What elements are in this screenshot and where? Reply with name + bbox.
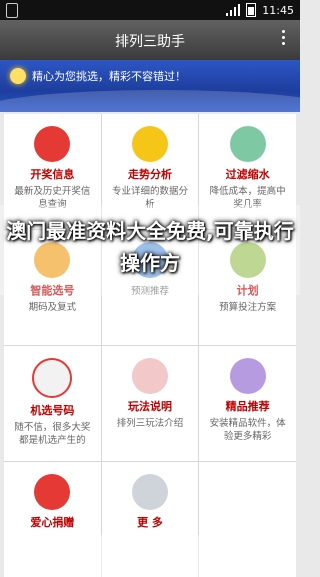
overflow-menu-icon[interactable] <box>282 30 286 48</box>
lightbulb-icon <box>10 68 26 84</box>
banner[interactable]: 精心为您挑选，精彩不容错过！ <box>0 60 300 112</box>
more-icon <box>131 474 168 510</box>
grid-item-label: 开奖信息 <box>30 168 75 181</box>
app-bar: 排列三助手 <box>0 20 300 60</box>
grid-item-desc: 预算投注方案 <box>219 302 277 313</box>
target-icon <box>32 358 73 398</box>
banner-text: 精心为您挑选，精彩不容错过！ <box>32 70 186 83</box>
grid-item[interactable]: 更 多 <box>101 462 199 577</box>
grid-item[interactable]: 玩法说明 排列三玩法介绍 <box>101 346 199 461</box>
app-title: 排列三助手 <box>115 34 185 50</box>
overlay-banner: 澳门最准资料大全免费,可靠执行操作方 <box>0 205 300 295</box>
grid-item[interactable]: 精品推荐 安装精品软件，体验更多精彩 <box>199 346 296 461</box>
status-bar: 11:45 <box>0 0 300 20</box>
grid-item-label: 爱心捐赠 <box>30 516 75 529</box>
grid-item-desc: 期码及复式 <box>28 302 77 313</box>
robot-icon <box>229 358 266 394</box>
heart-icon <box>34 474 71 510</box>
banner-wave <box>0 90 300 112</box>
chart-icon <box>131 126 168 162</box>
notification-icon <box>6 3 18 18</box>
grid-item[interactable]: 机选号码 随不信，很多大奖都是机选产生的 <box>4 346 101 461</box>
grid-item-label: 走势分析 <box>127 168 172 181</box>
grid-item[interactable]: 爱心捐赠 <box>4 462 101 577</box>
clock: 11:45 <box>262 3 294 17</box>
book-icon <box>131 358 168 394</box>
diamond-icon <box>229 126 266 162</box>
grid-item-desc: 排列三玩法介绍 <box>116 418 184 429</box>
grid-item-label: 更 多 <box>137 516 163 529</box>
overlay-text: 澳门最准资料大全免费,可靠执行操作方 <box>6 219 294 275</box>
feature-grid: 开奖信息 最新及历史开奖信息查询 走势分析 专业详细的数据分析 过滤缩水 降低成… <box>4 114 296 577</box>
grid-item-desc: 随不信，很多大奖都是机选产生的 <box>14 422 91 446</box>
grid-item-label: 过滤缩水 <box>225 168 270 181</box>
signal-icon <box>226 4 241 16</box>
trophy-icon <box>34 126 71 162</box>
grid-item-label: 机选号码 <box>30 404 75 417</box>
grid-item-empty <box>199 462 296 577</box>
battery-icon <box>246 3 257 17</box>
grid-item-label: 精品推荐 <box>225 400 270 413</box>
grid-item-label: 玩法说明 <box>127 400 172 413</box>
grid-item-desc: 安装精品软件，体验更多精彩 <box>209 418 286 442</box>
